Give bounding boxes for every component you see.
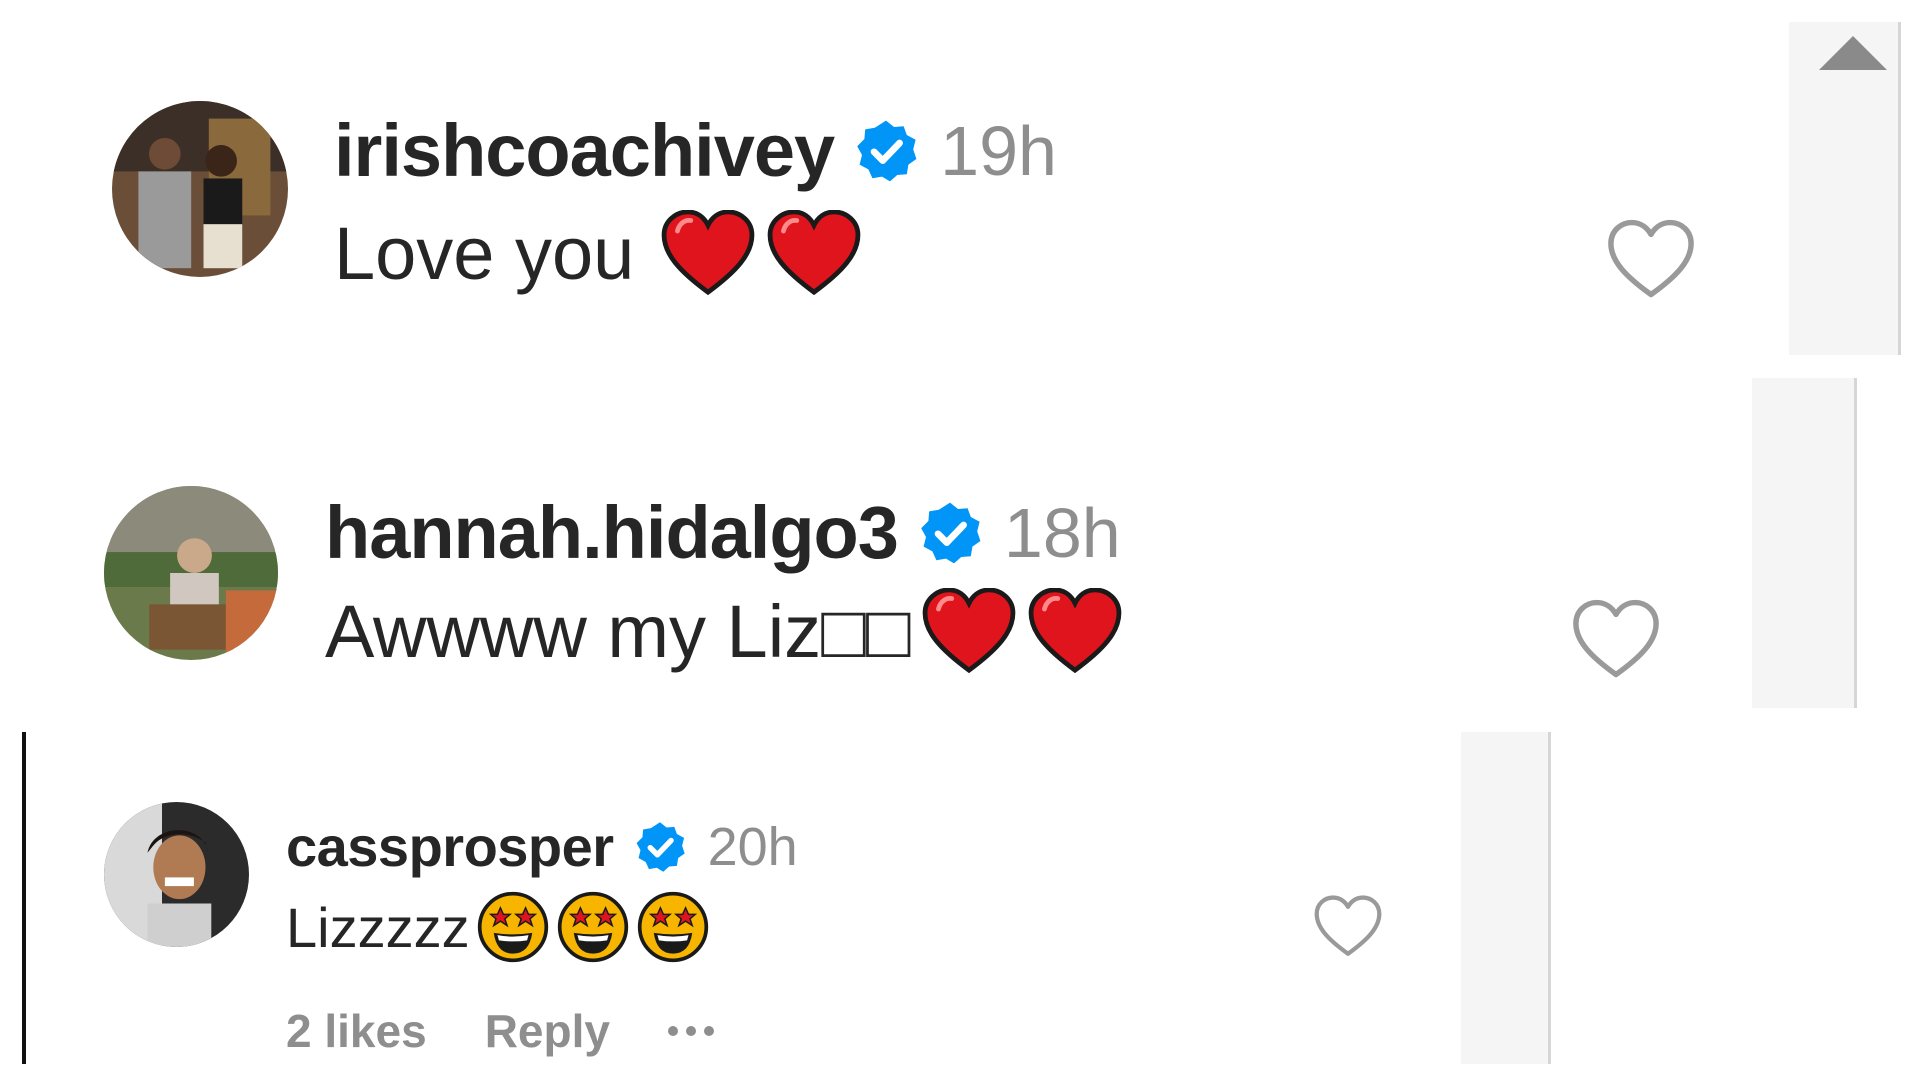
likes-count[interactable]: 2 likes — [286, 1004, 427, 1058]
reply-button[interactable]: Reply — [485, 1004, 610, 1058]
star-struck-emoji — [476, 890, 550, 964]
scrollbar[interactable] — [1461, 732, 1551, 1064]
verified-badge-icon — [634, 821, 686, 873]
comment-text: Awwww my Liz□□ — [325, 589, 911, 673]
verified-badge-icon — [854, 119, 918, 183]
comment-text-row: Lizzzzz — [286, 890, 710, 964]
more-dot — [667, 1026, 678, 1036]
heart-outline-icon[interactable] — [1605, 218, 1697, 300]
timestamp[interactable]: 18h — [1004, 493, 1121, 573]
username[interactable]: cassprosper — [286, 814, 614, 879]
red-heart-emoji — [766, 210, 862, 296]
red-heart-emoji — [660, 210, 756, 296]
comment-hannah-hidalgo3: hannah.hidalgo3 18h Awwww my Liz□□ — [0, 378, 1900, 708]
scroll-up-arrow-icon[interactable] — [1817, 34, 1889, 72]
avatar[interactable] — [112, 101, 288, 277]
username[interactable]: irishcoachivey — [334, 108, 835, 193]
heart-outline-icon[interactable] — [1312, 894, 1384, 958]
thread-divider — [22, 732, 26, 1064]
more-dot — [685, 1026, 696, 1036]
red-heart-emoji — [1027, 588, 1123, 674]
comments-screenshot: irishcoachivey 19h Love you hannah.hidal… — [0, 0, 1920, 1080]
scrollbar[interactable] — [1752, 378, 1857, 708]
heart-outline-icon[interactable] — [1570, 598, 1662, 680]
comment-text-row: Love you — [334, 210, 862, 296]
comment-text: Lizzzzz — [286, 895, 470, 959]
red-heart-emoji — [921, 588, 1017, 674]
comment-header: hannah.hidalgo3 18h — [325, 490, 1121, 575]
username[interactable]: hannah.hidalgo3 — [325, 490, 899, 575]
comment-cassprosper: cassprosper 20h Lizzzzz 2 likes Reply — [0, 732, 1600, 1080]
avatar[interactable] — [104, 486, 278, 660]
verified-badge-icon — [918, 501, 982, 565]
comment-irishcoachivey: irishcoachivey 19h Love you — [0, 0, 1901, 355]
comment-text: Love you — [334, 211, 635, 295]
more-horizontal-icon[interactable] — [667, 1026, 714, 1036]
comment-text-row: Awwww my Liz□□ — [325, 588, 1123, 674]
comment-header: irishcoachivey 19h — [334, 108, 1057, 193]
avatar[interactable] — [104, 802, 249, 947]
scrollbar[interactable] — [1789, 22, 1901, 355]
comment-header: cassprosper 20h — [286, 814, 798, 879]
star-struck-emoji — [636, 890, 710, 964]
timestamp[interactable]: 20h — [708, 816, 798, 878]
more-dot — [703, 1026, 714, 1036]
star-struck-emoji — [556, 890, 630, 964]
timestamp[interactable]: 19h — [940, 111, 1057, 191]
comment-actions: 2 likes Reply — [286, 1004, 714, 1058]
